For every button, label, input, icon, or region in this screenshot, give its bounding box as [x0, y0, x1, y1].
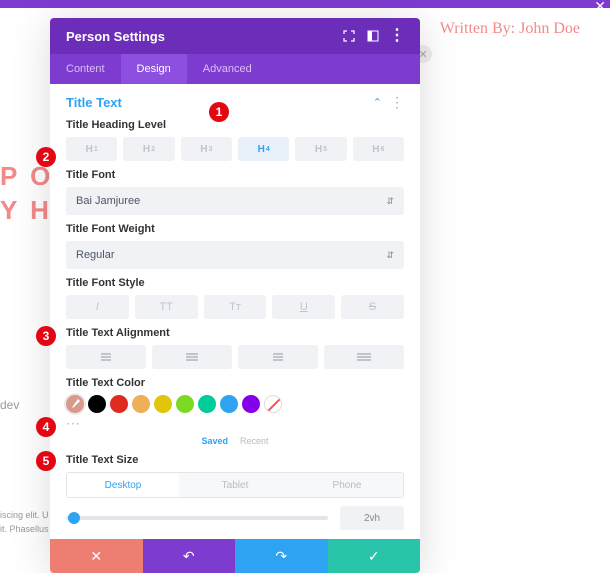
swatch-green[interactable]: [176, 395, 194, 413]
panel-footer: ✕ ↶ ↷ ✓: [50, 539, 420, 573]
tab-content[interactable]: Content: [50, 54, 121, 84]
font-select[interactable]: Bai Jamjuree⇵: [66, 187, 404, 215]
chevron-updown-icon: ⇵: [386, 250, 394, 261]
weight-select[interactable]: Regular⇵: [66, 241, 404, 269]
more-icon[interactable]: ⋮: [390, 29, 404, 43]
chevron-updown-icon: ⇵: [386, 196, 394, 207]
expand-icon[interactable]: [342, 29, 356, 43]
align-left[interactable]: [66, 345, 146, 369]
top-purple-bar: [0, 0, 610, 8]
chevron-up-icon[interactable]: ⌃: [373, 96, 382, 109]
swatch-none[interactable]: [264, 395, 282, 413]
style-strike[interactable]: S: [341, 295, 404, 319]
panel-tabs: Content Design Advanced: [50, 54, 420, 84]
heading-h2[interactable]: H2: [123, 137, 174, 161]
label-color: Title Text Color: [66, 377, 404, 389]
label-font: Title Font: [66, 169, 404, 181]
style-uppercase[interactable]: TT: [135, 295, 198, 319]
size-value[interactable]: 2vh: [340, 506, 404, 530]
save-button[interactable]: ✓: [328, 539, 421, 573]
snap-icon[interactable]: [366, 29, 380, 43]
panel-body: Title Text ⌃ ⋮ Title Heading Level H1 H2…: [50, 84, 420, 539]
recent-tab[interactable]: Recent: [240, 436, 269, 446]
devtab-tablet[interactable]: Tablet: [179, 473, 291, 497]
slider-thumb[interactable]: [68, 512, 80, 524]
close-icon[interactable]: ✕: [594, 0, 606, 15]
heading-h4[interactable]: H4: [238, 137, 289, 161]
color-swatches: [66, 395, 404, 413]
heading-h6[interactable]: H6: [353, 137, 404, 161]
label-heading-level: Title Heading Level: [66, 119, 404, 131]
style-italic[interactable]: I: [66, 295, 129, 319]
heading-h1[interactable]: H1: [66, 137, 117, 161]
redo-button[interactable]: ↷: [235, 539, 328, 573]
annotation-2: 2: [36, 147, 56, 167]
swatch-black[interactable]: [88, 395, 106, 413]
swatch-blue[interactable]: [220, 395, 238, 413]
swatch-orange[interactable]: [132, 395, 150, 413]
swatch-purple[interactable]: [242, 395, 260, 413]
color-picker-icon[interactable]: [66, 395, 84, 413]
color-more-icon[interactable]: ⋯: [66, 415, 404, 432]
devtab-phone[interactable]: Phone: [291, 473, 403, 497]
undo-button[interactable]: ↶: [143, 539, 236, 573]
style-underline[interactable]: U: [272, 295, 335, 319]
section-more-icon[interactable]: ⋮: [390, 94, 404, 111]
panel-header: Person Settings ⋮: [50, 18, 420, 54]
heading-h3[interactable]: H3: [181, 137, 232, 161]
device-tabs: Desktop Tablet Phone: [66, 472, 404, 498]
swatch-red[interactable]: [110, 395, 128, 413]
saved-recent-tabs: Saved Recent: [66, 436, 404, 446]
devtab-desktop[interactable]: Desktop: [67, 473, 179, 497]
style-smallcaps[interactable]: Tᴛ: [204, 295, 267, 319]
size-slider[interactable]: [66, 516, 328, 520]
panel-title: Person Settings: [66, 29, 165, 44]
settings-panel: Person Settings ⋮ Content Design Advance…: [50, 18, 420, 573]
heading-h5[interactable]: H5: [295, 137, 346, 161]
label-size: Title Text Size: [66, 454, 404, 466]
align-right[interactable]: [238, 345, 318, 369]
bg-lorem-text: iscing elit. U it. Phasellus: [0, 508, 50, 537]
tab-advanced[interactable]: Advanced: [187, 54, 268, 84]
swatch-yellow[interactable]: [154, 395, 172, 413]
annotation-3: 3: [36, 326, 56, 346]
cancel-button[interactable]: ✕: [50, 539, 143, 573]
annotation-4: 4: [36, 417, 56, 437]
swatch-teal[interactable]: [198, 395, 216, 413]
annotation-1: 1: [209, 102, 229, 122]
align-justify[interactable]: [324, 345, 404, 369]
label-letter-spacing: Title Letter Spacing: [66, 538, 404, 539]
label-font-weight: Title Font Weight: [66, 223, 404, 235]
label-font-style: Title Font Style: [66, 277, 404, 289]
align-center[interactable]: [152, 345, 232, 369]
written-by-text: Written By: John Doe: [440, 20, 580, 38]
bg-dev-text: dev: [0, 398, 19, 412]
tab-design[interactable]: Design: [121, 54, 187, 84]
label-alignment: Title Text Alignment: [66, 327, 404, 339]
saved-tab[interactable]: Saved: [201, 436, 228, 446]
annotation-5: 5: [36, 451, 56, 471]
